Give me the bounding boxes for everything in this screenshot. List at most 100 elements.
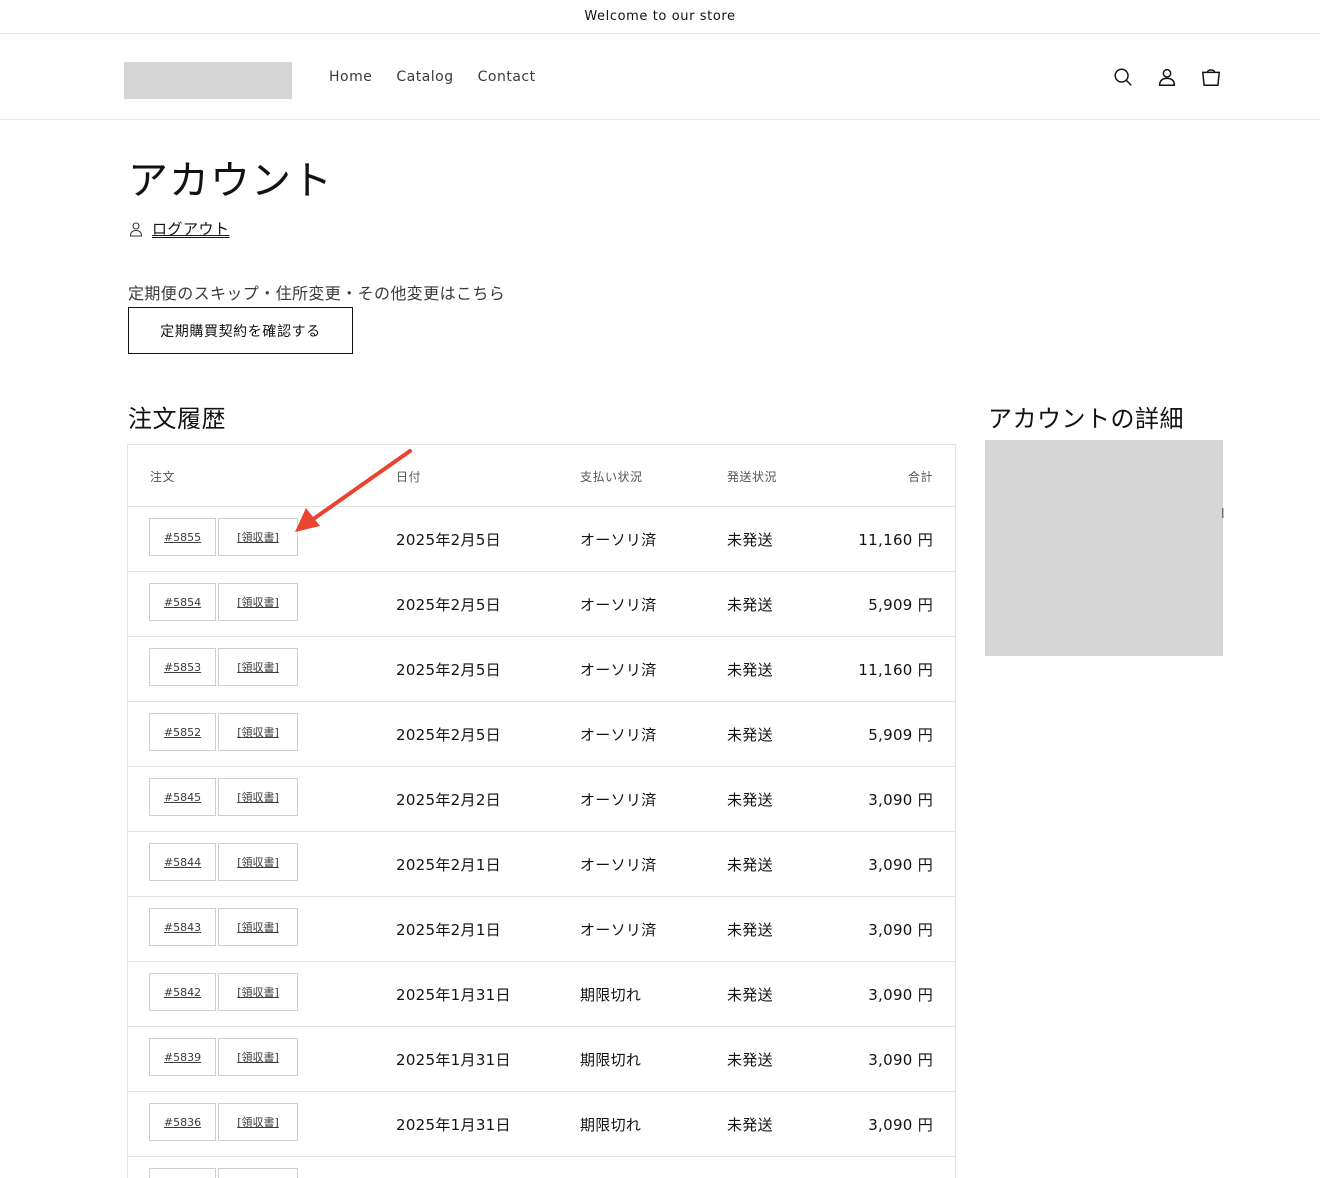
table-row: [領収書] bbox=[128, 1157, 955, 1178]
nav-home-link[interactable]: Home bbox=[317, 67, 384, 87]
order-number-link[interactable]: #5844 bbox=[149, 843, 216, 881]
table-row: #5852 [領収書] 2025年2月5日 オーソリ済 未発送 5,909 円 bbox=[128, 702, 955, 767]
announcement-text: Welcome to our store bbox=[584, 9, 736, 24]
receipt-link[interactable]: [領収書] bbox=[218, 908, 298, 946]
account-details-overflow-text: l bbox=[1221, 507, 1225, 522]
header-icons bbox=[1112, 65, 1222, 89]
order-date: 2025年2月5日 bbox=[396, 726, 501, 744]
receipt-link[interactable]: [領収書] bbox=[218, 583, 298, 621]
column-header-date: 日付 bbox=[396, 470, 422, 484]
order-cell: #5855 [領収書] bbox=[149, 518, 298, 556]
order-cell: #5842 [領収書] bbox=[149, 973, 298, 1011]
order-date: 2025年1月31日 bbox=[396, 1116, 511, 1134]
order-number-link[interactable]: #5854 bbox=[149, 583, 216, 621]
order-number-link[interactable]: #5836 bbox=[149, 1103, 216, 1141]
payment-status: オーソリ済 bbox=[580, 726, 657, 744]
receipt-link[interactable]: [領収書] bbox=[218, 1038, 298, 1076]
table-row: #5844 [領収書] 2025年2月1日 オーソリ済 未発送 3,090 円 bbox=[128, 832, 955, 897]
receipt-link[interactable]: [領収書] bbox=[218, 518, 298, 556]
column-header-payment: 支払い状況 bbox=[580, 470, 643, 484]
order-number-link[interactable]: #5852 bbox=[149, 713, 216, 751]
order-date: 2025年2月1日 bbox=[396, 921, 501, 939]
table-row: #5845 [領収書] 2025年2月2日 オーソリ済 未発送 3,090 円 bbox=[128, 767, 955, 832]
order-number-link[interactable]: #5853 bbox=[149, 648, 216, 686]
order-number-link[interactable]: #5839 bbox=[149, 1038, 216, 1076]
payment-status: 期限切れ bbox=[580, 1116, 642, 1134]
fulfillment-status: 未発送 bbox=[727, 1116, 773, 1134]
order-total: 3,090 円 bbox=[868, 791, 933, 809]
order-cell: #5843 [領収書] bbox=[149, 908, 298, 946]
table-row: #5839 [領収書] 2025年1月31日 期限切れ 未発送 3,090 円 bbox=[128, 1027, 955, 1092]
table-header: 注文 日付 支払い状況 発送状況 合計 bbox=[128, 445, 955, 507]
order-total: 3,090 円 bbox=[868, 1116, 933, 1134]
user-icon bbox=[128, 221, 144, 237]
table-row: #5836 [領収書] 2025年1月31日 期限切れ 未発送 3,090 円 bbox=[128, 1092, 955, 1157]
fulfillment-status: 未発送 bbox=[727, 921, 773, 939]
order-date: 2025年2月1日 bbox=[396, 856, 501, 874]
fulfillment-status: 未発送 bbox=[727, 1051, 773, 1069]
order-total: 3,090 円 bbox=[868, 1051, 933, 1069]
fulfillment-status: 未発送 bbox=[727, 791, 773, 809]
column-header-order: 注文 bbox=[150, 470, 176, 484]
order-date: 2025年1月31日 bbox=[396, 986, 511, 1004]
payment-status: オーソリ済 bbox=[580, 921, 657, 939]
order-number-link[interactable]: #5855 bbox=[149, 518, 216, 556]
receipt-link[interactable]: [領収書] bbox=[218, 1168, 298, 1178]
column-header-total: 合計 bbox=[907, 470, 933, 484]
order-cell: #5836 [領収書] bbox=[149, 1103, 298, 1141]
payment-status: 期限切れ bbox=[580, 986, 642, 1004]
order-history-table: 注文 日付 支払い状況 発送状況 合計 #5855 [領収書] 2025年2月5日オ… bbox=[127, 444, 956, 1178]
receipt-link[interactable]: [領収書] bbox=[218, 778, 298, 816]
subscription-note: 定期便のスキップ・住所変更・その他変更はこちら bbox=[128, 284, 506, 303]
payment-status: オーソリ済 bbox=[580, 531, 657, 549]
fulfillment-status: 未発送 bbox=[727, 986, 773, 1004]
order-history-title: 注文履歴 bbox=[128, 405, 226, 433]
payment-status: オーソリ済 bbox=[580, 596, 657, 614]
receipt-link[interactable]: [領収書] bbox=[218, 648, 298, 686]
payment-status: オーソリ済 bbox=[580, 791, 657, 809]
order-total: 3,090 円 bbox=[868, 856, 933, 874]
order-cell: #5853 [領収書] bbox=[149, 648, 298, 686]
order-number-link[interactable] bbox=[149, 1168, 216, 1178]
receipt-link[interactable]: [領収書] bbox=[218, 843, 298, 881]
cart-icon[interactable] bbox=[1200, 65, 1222, 89]
receipt-link[interactable]: [領収書] bbox=[218, 1103, 298, 1141]
order-date: 2025年2月5日 bbox=[396, 661, 501, 679]
table-row: #5853 [領収書] 2025年2月5日 オーソリ済 未発送 11,160 円 bbox=[128, 637, 955, 702]
order-number-link[interactable]: #5842 bbox=[149, 973, 216, 1011]
receipt-link[interactable]: [領収書] bbox=[218, 713, 298, 751]
order-total: 3,090 円 bbox=[868, 921, 933, 939]
account-details-placeholder bbox=[985, 440, 1223, 656]
search-icon[interactable] bbox=[1112, 65, 1134, 89]
order-cell: #5845 [領収書] bbox=[149, 778, 298, 816]
account-details-title: アカウントの詳細 bbox=[988, 405, 1184, 433]
order-number-link[interactable]: #5845 bbox=[149, 778, 216, 816]
order-total: 11,160 円 bbox=[858, 661, 933, 679]
view-subscriptions-button[interactable]: 定期購買契約を確認する bbox=[128, 307, 353, 354]
nav-contact-link[interactable]: Contact bbox=[466, 67, 548, 87]
main-nav: Home Catalog Contact bbox=[317, 67, 548, 87]
order-total: 5,909 円 bbox=[868, 596, 933, 614]
order-cell: #5844 [領収書] bbox=[149, 843, 298, 881]
table-row: #5843 [領収書] 2025年2月1日 オーソリ済 未発送 3,090 円 bbox=[128, 897, 955, 962]
site-header: Home Catalog Contact bbox=[0, 34, 1320, 120]
fulfillment-status: 未発送 bbox=[727, 856, 773, 874]
logout-link[interactable]: ログアウト bbox=[128, 218, 230, 239]
order-total: 3,090 円 bbox=[868, 986, 933, 1004]
account-icon[interactable] bbox=[1156, 65, 1178, 89]
order-date: 2025年2月5日 bbox=[396, 531, 501, 549]
order-number-link[interactable]: #5843 bbox=[149, 908, 216, 946]
announcement-bar: Welcome to our store bbox=[0, 0, 1320, 34]
logout-label: ログアウト bbox=[152, 220, 230, 238]
fulfillment-status: 未発送 bbox=[727, 661, 773, 679]
order-cell: #5839 [領収書] bbox=[149, 1038, 298, 1076]
order-cell: #5852 [領収書] bbox=[149, 713, 298, 751]
table-row: #5842 [領収書] 2025年1月31日 期限切れ 未発送 3,090 円 bbox=[128, 962, 955, 1027]
order-date: 2025年1月31日 bbox=[396, 1051, 511, 1069]
nav-catalog-link[interactable]: Catalog bbox=[384, 67, 465, 87]
column-header-fulfillment: 発送状況 bbox=[727, 470, 778, 484]
fulfillment-status: 未発送 bbox=[727, 596, 773, 614]
receipt-link[interactable]: [領収書] bbox=[218, 973, 298, 1011]
page-title: アカウント bbox=[128, 158, 333, 204]
store-logo[interactable] bbox=[124, 62, 292, 99]
